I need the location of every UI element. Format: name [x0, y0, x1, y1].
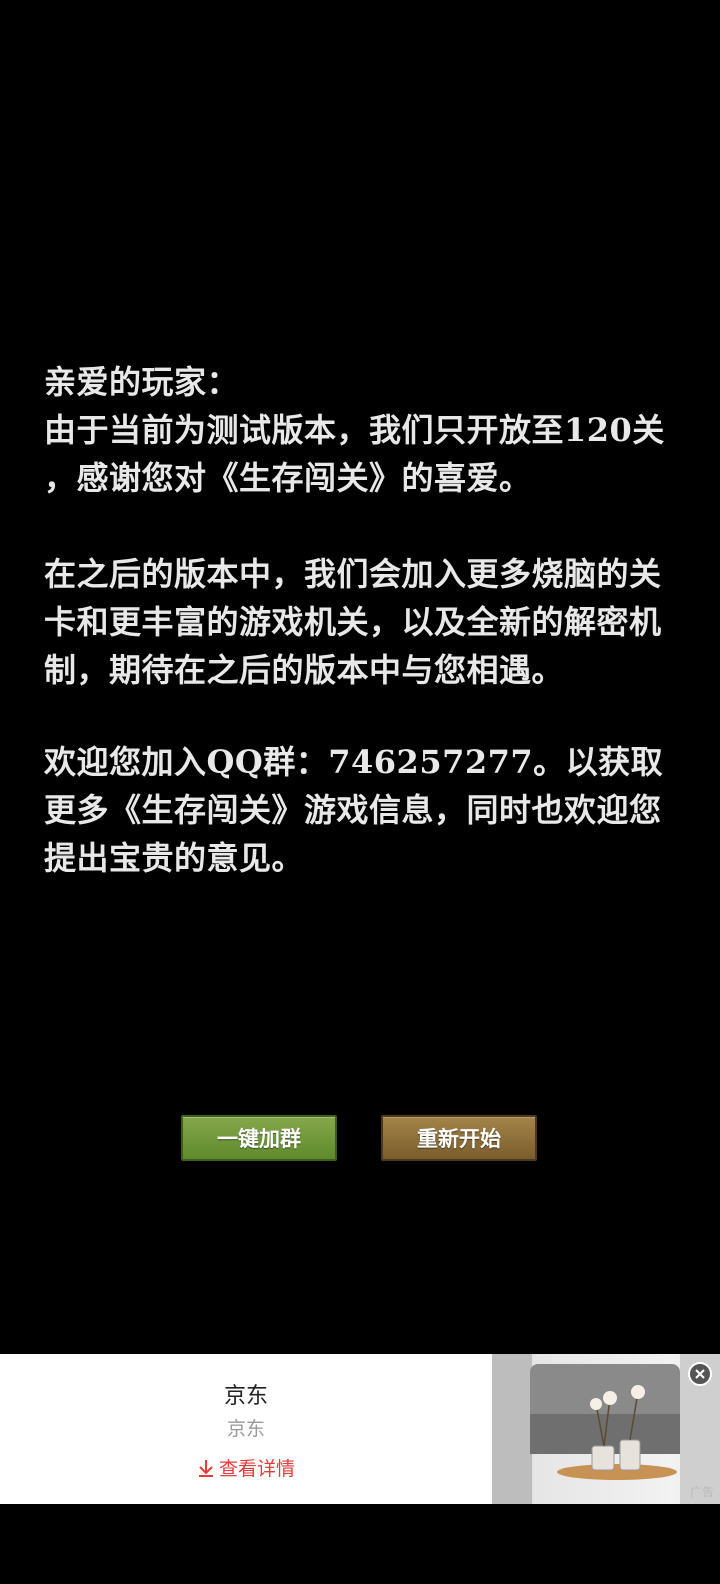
ad-product-image[interactable]: 广告 — [492, 1354, 720, 1504]
product-photo — [492, 1354, 720, 1504]
close-icon[interactable] — [688, 1362, 712, 1386]
restart-button[interactable]: 重新开始 — [381, 1115, 537, 1161]
ad-details-label: 查看详情 — [218, 1459, 295, 1480]
download-arrow-icon — [198, 1459, 213, 1477]
ad-banner[interactable]: 京东 京东 查看详情 广告 — [0, 1354, 720, 1504]
join-group-label: 一键加群 — [217, 1126, 301, 1151]
ad-badge: 广告 — [689, 1485, 714, 1499]
ad-title: 京东 — [223, 1383, 268, 1408]
restart-label: 重新开始 — [417, 1126, 501, 1151]
ad-details-link[interactable]: 查看详情 — [0, 1454, 492, 1481]
ad-text-block: 京东 京东 查看详情 — [0, 1354, 492, 1504]
join-group-button[interactable]: 一键加群 — [181, 1115, 337, 1161]
notice-paragraph-greeting: 亲爱的玩家： 由于当前为测试版本，我们只开放至120关 ，感谢您对《生存闯关》的… — [44, 363, 665, 497]
notice-paragraph-future: 在之后的版本中，我们会加入更多烧脑的关卡和更丰富的游戏机关，以及全新的解密机制，… — [44, 555, 662, 689]
ad-subtitle: 京东 — [226, 1419, 265, 1440]
notice-paragraph-qq-group: 欢迎您加入QQ群：746257277。以获取更多《生存闯关》游戏信息，同时也欢迎… — [44, 743, 664, 877]
